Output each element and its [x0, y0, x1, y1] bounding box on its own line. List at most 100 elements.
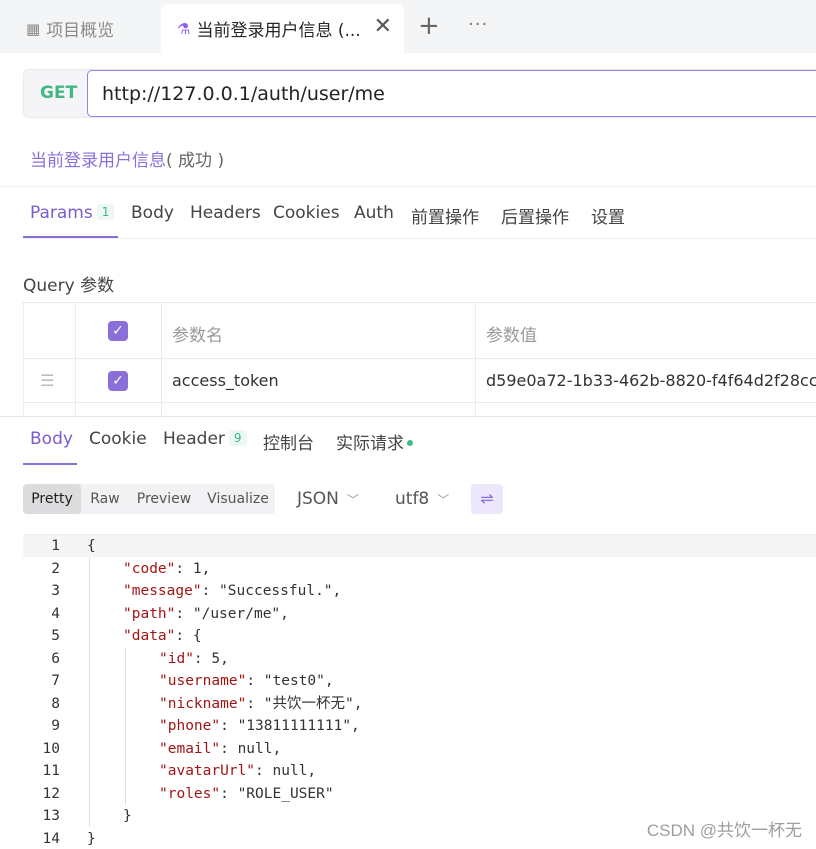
code-text: "phone": "13811111111",: [159, 715, 360, 737]
response-panel: Body Cookie Header9 控制台 实际请求 Pretty Raw …: [0, 416, 816, 849]
tab-response-header[interactable]: Header9: [163, 429, 247, 449]
line-number: 4: [23, 603, 60, 625]
visualize-button[interactable]: Visualize: [201, 484, 275, 514]
url-input[interactable]: http://127.0.0.1/auth/user/me: [87, 70, 816, 117]
watermark: CSDN @共饮一杯无: [647, 816, 802, 841]
api-icon: ⚗: [177, 20, 190, 38]
preview-button[interactable]: Preview: [129, 484, 199, 514]
param-tabs: Params1 Body Headers Cookies Auth 前置操作 后…: [23, 190, 816, 238]
status-dot-icon: [407, 440, 413, 446]
line-number: 7: [23, 670, 60, 692]
column-header-name: 参数名: [172, 321, 223, 346]
close-icon[interactable]: ✕: [374, 16, 392, 38]
method-select[interactable]: GET: [40, 83, 77, 103]
code-line: 3 "message": "Successful.",: [23, 580, 816, 602]
format-toggle: Pretty Raw Preview Visualize: [23, 484, 275, 514]
response-tabs: Body Cookie Header9 控制台 实际请求: [0, 417, 816, 465]
code-text: "id": 5,: [159, 648, 229, 670]
request-status: ( 成功 ): [166, 151, 224, 171]
params-count-badge: 1: [97, 204, 115, 220]
request-title: 当前登录用户信息: [30, 151, 166, 171]
chevron-down-icon: ﹀: [347, 493, 359, 507]
code-text: "email": null,: [159, 738, 281, 760]
line-number: 14: [23, 828, 60, 849]
divider: [23, 238, 816, 239]
tab-current-user-info[interactable]: ⚗ 当前登录用户信息 (... ✕: [161, 4, 404, 53]
chevron-down-icon: ﹀: [437, 493, 449, 507]
code-line: 7 "username": "test0",: [23, 670, 816, 692]
tab-pre-request[interactable]: 前置操作: [411, 203, 479, 228]
code-line: 5 "data": {: [23, 625, 816, 647]
response-body-code[interactable]: 1{2"code": 1,3"message": "Successful.",4…: [23, 534, 816, 849]
code-text: "data": {: [123, 625, 202, 647]
indent-guide: [89, 557, 90, 827]
tab-settings[interactable]: 设置: [591, 203, 625, 228]
code-line: 12"roles": "ROLE_USER": [23, 783, 816, 805]
tab-project-overview[interactable]: ▦ 项目概览: [0, 4, 160, 53]
tab-response-cookie[interactable]: Cookie: [89, 429, 147, 449]
more-icon[interactable]: ···: [468, 14, 488, 35]
code-line: 9 "phone": "13811111111",: [23, 715, 816, 737]
code-line: 2 "code": 1,: [23, 558, 816, 580]
code-text: "username": "test0",: [159, 670, 334, 692]
line-number: 12: [23, 783, 60, 805]
indent-guide: [125, 648, 126, 806]
code-line: 8 "nickname": "共饮一杯无",: [23, 693, 816, 715]
tab-auth[interactable]: Auth: [354, 203, 394, 223]
tab-actual-request[interactable]: 实际请求: [336, 429, 413, 454]
tab-bar: ▦ 项目概览 ⚗ 当前登录用户信息 (... ✕ + ···: [0, 0, 816, 53]
request-name: 当前登录用户信息( 成功 ): [30, 146, 224, 171]
column-header-value: 参数值: [486, 321, 537, 346]
drag-handle-icon[interactable]: ☰: [40, 371, 54, 390]
code-text: }: [123, 805, 132, 827]
divider: [0, 186, 816, 187]
table-row: ☰ ✓ access_token d59e0a72-1b33-462b-8820…: [24, 359, 816, 403]
code-text: "avatarUrl": null,: [159, 760, 316, 782]
code-text: "path": "/user/me",: [123, 603, 289, 625]
add-tab-icon[interactable]: +: [418, 12, 440, 40]
row-checkbox[interactable]: ✓: [108, 371, 128, 391]
line-number: 5: [23, 625, 60, 647]
line-number: 6: [23, 648, 60, 670]
word-wrap-icon[interactable]: ⇌: [471, 484, 503, 514]
select-all-checkbox[interactable]: ✓: [108, 321, 128, 341]
code-text: }: [87, 828, 96, 849]
param-value-cell[interactable]: d59e0a72-1b33-462b-8820-f4f64d2f28cc: [486, 371, 816, 390]
code-text: "nickname": "共饮一杯无",: [159, 693, 362, 715]
tab-label: 项目概览: [46, 16, 114, 41]
param-name-cell[interactable]: access_token: [172, 371, 279, 390]
active-tab-indicator: [23, 463, 77, 465]
tab-label: 当前登录用户信息 (...: [196, 16, 360, 41]
pretty-button[interactable]: Pretty: [23, 484, 81, 514]
code-line: 10"email": null,: [23, 738, 816, 760]
raw-button[interactable]: Raw: [83, 484, 127, 514]
tab-console[interactable]: 控制台: [263, 429, 314, 454]
code-text: {: [87, 535, 96, 557]
tab-response-body[interactable]: Body: [30, 429, 73, 449]
tab-body[interactable]: Body: [131, 203, 174, 223]
header-count-badge: 9: [229, 430, 247, 446]
line-number: 8: [23, 693, 60, 715]
line-number: 3: [23, 580, 60, 602]
code-line: 11 "avatarUrl": null,: [23, 760, 816, 782]
line-number: 1: [23, 535, 60, 557]
grid-icon: ▦: [26, 20, 40, 38]
line-number: 13: [23, 805, 60, 827]
tab-post-request[interactable]: 后置操作: [501, 203, 569, 228]
line-number: 11: [23, 760, 60, 782]
code-line: 4 "path": "/user/me",: [23, 603, 816, 625]
line-number: 9: [23, 715, 60, 737]
code-text: "code": 1,: [123, 558, 210, 580]
encoding-select[interactable]: utf8﹀: [395, 489, 449, 509]
query-title: Query 参数: [23, 271, 114, 296]
tab-headers[interactable]: Headers: [190, 203, 261, 223]
line-number: 2: [23, 558, 60, 580]
tab-params[interactable]: Params1: [30, 203, 114, 223]
code-line: 6 "id": 5,: [23, 648, 816, 670]
code-text: "message": "Successful.",: [123, 580, 341, 602]
tab-cookies[interactable]: Cookies: [273, 203, 340, 223]
code-line: 1{: [23, 535, 816, 557]
query-table: ✓ 参数名 参数值 ☰ ✓ access_token d59e0a72-1b33…: [23, 302, 816, 416]
table-header: ✓ 参数名 参数值: [24, 303, 816, 359]
language-select[interactable]: JSON﹀: [297, 489, 359, 509]
